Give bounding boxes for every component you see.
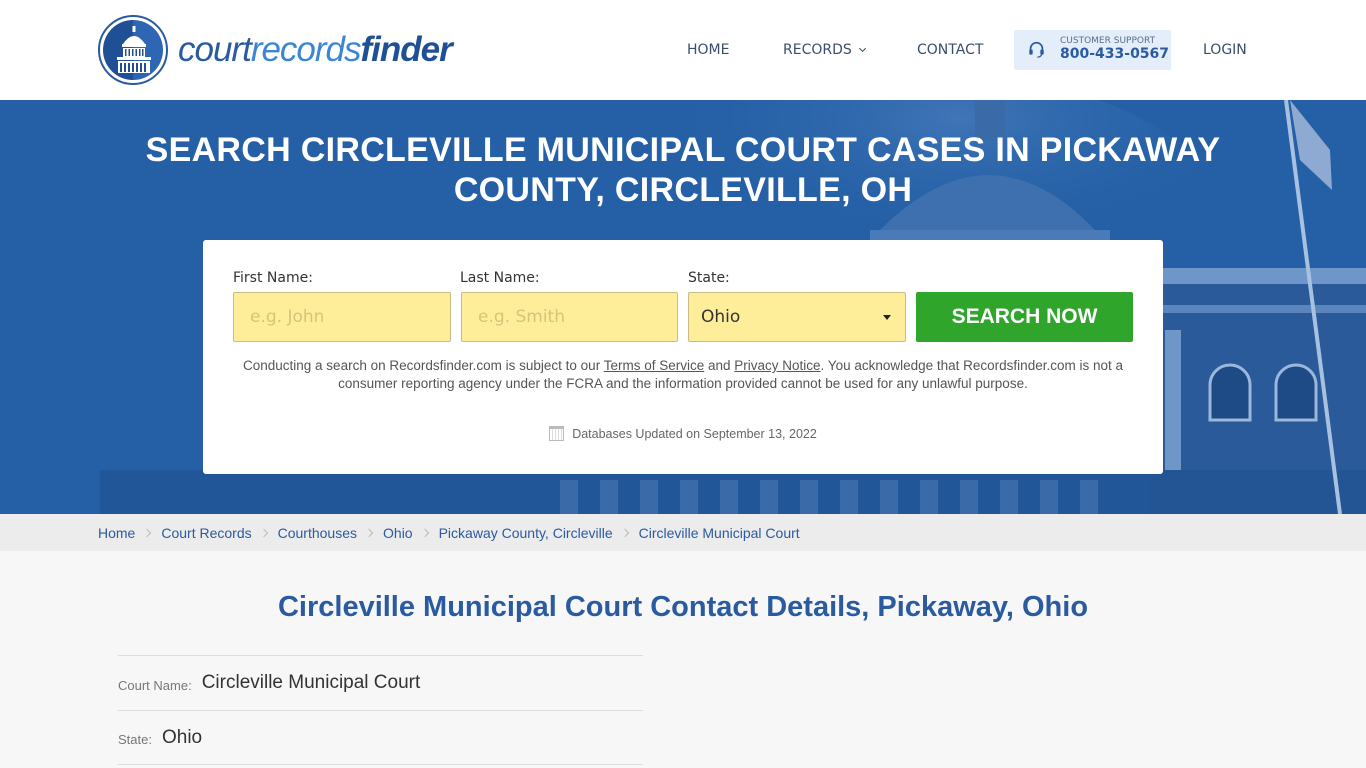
support-phone[interactable]: 800-433-0567 [1060,46,1169,62]
breadcrumb: Home Court Records Courthouses Ohio Pick… [0,514,1366,551]
chevron-right-icon [259,528,268,537]
detail-row-court-name: Court Name: Circleville Municipal Court [118,655,643,710]
first-name-label: First Name: [233,270,313,286]
last-name-label: Last Name: [460,270,540,286]
state-select-value: Ohio [701,307,741,327]
state-select[interactable]: Ohio [688,292,906,342]
disclaimer-text-1: Conducting a search on Recordsfinder.com… [243,358,604,373]
customer-support-box[interactable]: CUSTOMER SUPPORT 800-433-0567 [1014,30,1171,70]
chevron-right-icon [143,528,152,537]
detail-key: Court Name: [118,677,192,693]
headset-icon [1029,41,1044,58]
chevron-right-icon [420,528,429,537]
privacy-notice-link[interactable]: Privacy Notice [734,358,820,373]
disclaimer-text-2: and [704,358,735,373]
detail-value: Circleville Municipal Court [201,672,421,693]
nav-contact[interactable]: CONTACT [917,30,983,70]
chevron-right-icon [620,528,629,537]
court-details-list: Court Name: Circleville Municipal Court … [118,655,643,765]
breadcrumb-ohio[interactable]: Ohio [383,525,413,541]
hero-search-section: SEARCH CIRCLEVILLE MUNICIPAL COURT CASES… [0,100,1366,514]
detail-row-state: State: Ohio [118,710,643,765]
main-content: Circleville Municipal Court Contact Deta… [0,551,1366,768]
search-form: First Name: Last Name: State: e.g. John … [203,240,1163,474]
terms-of-service-link[interactable]: Terms of Service [604,358,705,373]
database-updated-note: Databases Updated on September 13, 2022 [203,426,1163,441]
breadcrumb-courthouses[interactable]: Courthouses [278,525,357,541]
nav-records[interactable]: RECORDS [783,30,866,70]
calendar-icon [549,426,565,441]
search-now-button[interactable]: SEARCH NOW [916,292,1133,342]
caret-down-icon [883,315,891,320]
breadcrumb-pickaway-county[interactable]: Pickaway County, Circleville [439,525,613,541]
hero-title: SEARCH CIRCLEVILLE MUNICIPAL COURT CASES… [145,131,1221,209]
breadcrumb-current-court[interactable]: Circleville Municipal Court [639,525,800,541]
search-disclaimer: Conducting a search on Recordsfinder.com… [243,357,1123,393]
detail-value: Ohio [161,726,203,748]
detail-key: State: [118,732,152,747]
nav-records-label: RECORDS [783,42,852,58]
breadcrumb-court-records[interactable]: Court Records [161,525,251,541]
state-label: State: [688,270,730,286]
database-updated-text: Databases Updated on September 13, 2022 [572,427,817,441]
page-title: Circleville Municipal Court Contact Deta… [277,591,1089,623]
main-nav: HOME RECORDS CONTACT CUSTOMER SUPPORT 80… [0,30,1366,70]
breadcrumb-home[interactable]: Home [98,525,135,541]
first-name-input[interactable]: e.g. John [233,292,451,342]
chevron-right-icon [364,528,374,537]
nav-home[interactable]: HOME [687,30,729,70]
chevron-down-icon [858,44,866,53]
nav-login[interactable]: LOGIN [1203,30,1247,70]
site-header: courtrecordsfinder HOME RECORDS CONTACT … [0,0,1366,100]
last-name-input[interactable]: e.g. Smith [461,292,678,342]
support-label: CUSTOMER SUPPORT [1060,36,1156,46]
